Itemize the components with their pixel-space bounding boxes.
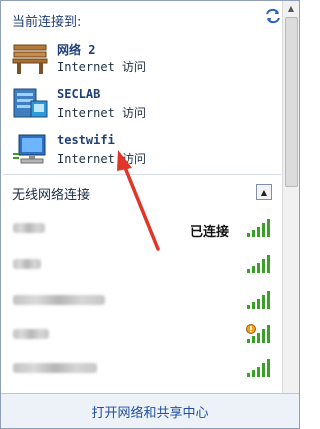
signal-secured-warning-icon	[246, 324, 270, 343]
network-access: Internet 访问	[57, 152, 147, 166]
network-access: Internet 访问	[57, 106, 147, 120]
network-name: testwifi	[57, 133, 115, 147]
network-name-obscured	[13, 223, 45, 233]
wireless-network-item[interactable]	[1, 318, 283, 352]
signal-bars-full-icon	[247, 255, 270, 273]
wireless-network-item[interactable]	[1, 284, 283, 318]
signal-bars-full-icon	[247, 219, 270, 237]
wireless-section-title: 无线网络连接	[12, 188, 91, 203]
current-network-item[interactable]: 网络 2 Internet 访问	[11, 39, 261, 77]
network-flyout: 当前连接到: 网络 2 Internet 访问 SECLAB Internet …	[0, 0, 300, 429]
refresh-icon[interactable]	[263, 7, 283, 25]
computer-network-icon	[11, 131, 51, 169]
wireless-network-item[interactable]	[1, 352, 283, 386]
network-name-obscured	[13, 363, 97, 373]
network-name-obscured	[13, 329, 49, 339]
bench-network-icon	[11, 39, 51, 77]
open-network-sharing-center-link[interactable]: 打开网络和共享中心	[91, 402, 208, 421]
wireless-network-item[interactable]: 已连接	[1, 212, 283, 246]
network-list-area: 当前连接到: 网络 2 Internet 访问 SECLAB Internet …	[1, 1, 283, 394]
network-name-obscured	[13, 295, 105, 305]
current-network-item[interactable]: SECLAB Internet 访问	[11, 85, 261, 123]
scrollbar-thumb[interactable]	[285, 17, 298, 187]
section-divider	[3, 174, 281, 175]
signal-bars-full-icon	[247, 359, 270, 377]
network-name: SECLAB	[57, 87, 101, 101]
network-access: Internet 访问	[57, 60, 147, 74]
scroll-up-icon[interactable]: ▲	[283, 1, 299, 15]
signal-bars-full-icon	[247, 291, 270, 309]
wireless-network-item[interactable]	[1, 248, 283, 282]
footer-bar: 打开网络和共享中心	[1, 393, 299, 428]
network-name: 网络 2	[57, 43, 96, 57]
network-name-obscured	[13, 259, 41, 269]
current-connections-title: 当前连接到:	[12, 15, 82, 30]
connection-status: 已连接	[190, 225, 230, 240]
collapse-up-icon[interactable]: ▲	[256, 184, 272, 200]
current-network-item[interactable]: testwifi Internet 访问	[11, 131, 261, 169]
domain-network-icon	[11, 85, 51, 123]
vertical-scrollbar[interactable]: ▲	[282, 1, 299, 394]
